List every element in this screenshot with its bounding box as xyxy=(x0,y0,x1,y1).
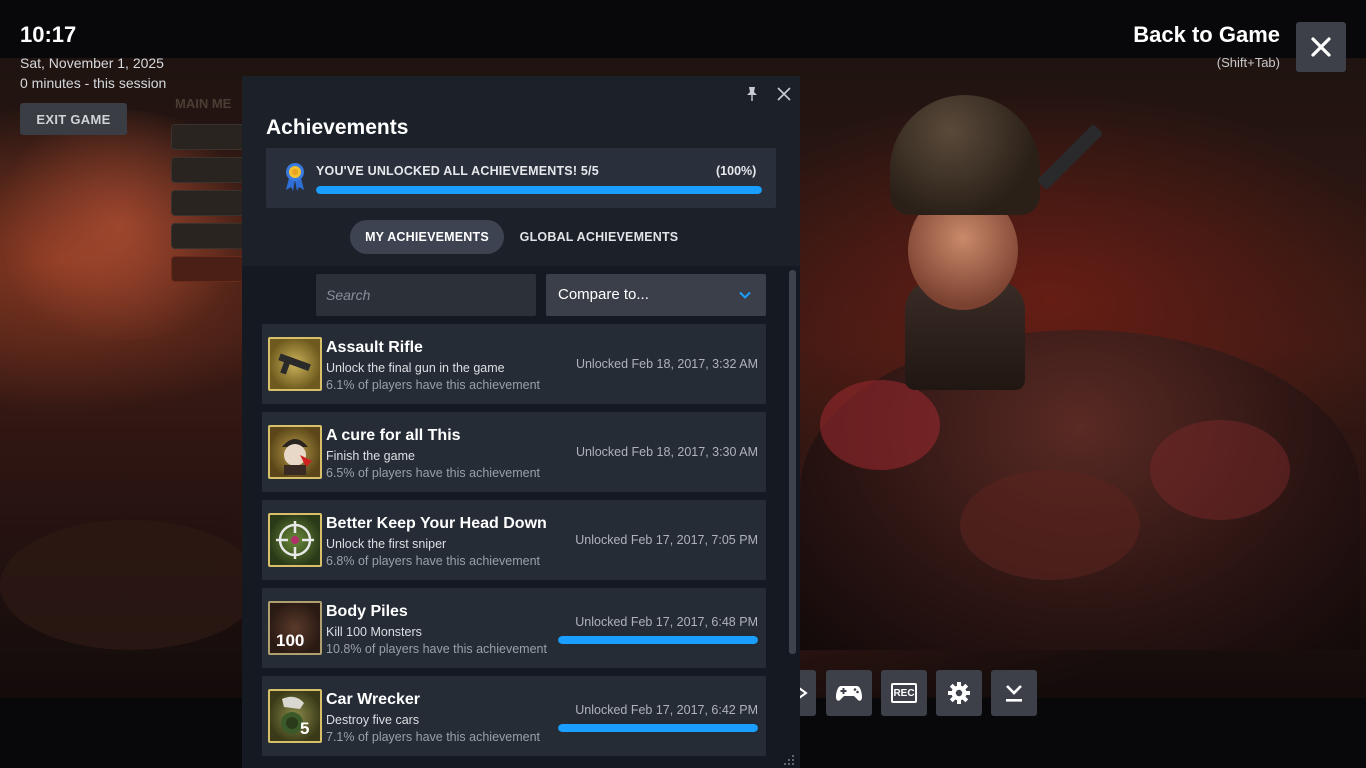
monster-pile-icon: 100 xyxy=(268,601,322,655)
exit-game-button[interactable]: EXIT GAME xyxy=(20,103,127,135)
achievement-row[interactable]: A cure for all This Finish the game 6.5%… xyxy=(262,412,766,492)
panel-close-icon[interactable] xyxy=(775,85,793,103)
achievement-row[interactable]: 5 Car Wrecker Destroy five cars 7.1% of … xyxy=(262,676,766,756)
summary-progress-fill xyxy=(316,186,762,194)
car-wreck-icon: 5 xyxy=(268,689,322,743)
close-icon xyxy=(1311,37,1331,57)
game-menu-title: MAIN ME xyxy=(175,96,232,111)
achievement-summary xyxy=(266,148,776,208)
rifle-icon xyxy=(268,337,322,391)
close-overlay-button[interactable] xyxy=(1296,22,1346,72)
clock-date: Sat, November 1, 2025 xyxy=(20,55,164,71)
summary-text: YOU'VE UNLOCKED ALL ACHIEVEMENTS! 5/5 xyxy=(316,164,599,178)
gear-icon xyxy=(948,682,970,704)
achievement-name: A cure for all This xyxy=(326,427,461,444)
achievement-progress-fill xyxy=(558,636,758,644)
scrollbar[interactable] xyxy=(789,270,796,654)
controller-icon xyxy=(836,686,862,701)
search-input[interactable]: Search xyxy=(316,274,536,316)
crosshair-icon xyxy=(268,513,322,567)
achievement-rarity: 6.1% of players have this achievement xyxy=(326,378,541,392)
settings-button[interactable] xyxy=(936,670,982,716)
achievement-rarity: 6.8% of players have this achievement xyxy=(326,554,541,568)
session-time: 0 minutes - this session xyxy=(20,75,167,91)
achievement-unlock-date: Unlocked Feb 17, 2017, 6:48 PM xyxy=(575,615,758,629)
achievement-rarity: 10.8% of players have this achievement xyxy=(326,642,547,656)
resize-handle-icon[interactable] xyxy=(781,752,795,766)
achievement-name: Car Wrecker xyxy=(326,691,420,708)
achievement-description: Destroy five cars xyxy=(326,713,420,727)
achievement-unlock-date: Unlocked Feb 18, 2017, 3:30 AM xyxy=(575,445,758,459)
achievement-row[interactable]: Better Keep Your Head Down Unlock the fi… xyxy=(262,500,766,580)
medal-icon xyxy=(286,163,304,191)
tab-global-achievements[interactable]: GLOBAL ACHIEVEMENTS xyxy=(508,220,690,254)
achievement-description: Kill 100 Monsters xyxy=(326,625,422,639)
achievement-progress-bar xyxy=(558,724,758,732)
achievement-name: Assault Rifle xyxy=(326,339,423,356)
achievement-description: Finish the game xyxy=(326,449,415,463)
record-label: REC xyxy=(893,687,915,699)
controller-button[interactable] xyxy=(826,670,872,716)
achievement-description: Unlock the first sniper xyxy=(326,537,447,551)
achievement-progress-bar xyxy=(558,636,758,644)
achievement-rarity: 6.5% of players have this achievement xyxy=(326,466,541,480)
back-to-game-hotkey: (Shift+Tab) xyxy=(1216,55,1280,70)
compare-label: Compare to... xyxy=(558,286,649,303)
summary-progress-bar xyxy=(316,186,762,194)
chevron-down-icon xyxy=(739,291,751,299)
achievement-name: Body Piles xyxy=(326,603,408,620)
achievement-name: Better Keep Your Head Down xyxy=(326,515,547,532)
download-button[interactable] xyxy=(991,670,1037,716)
achievement-description: Unlock the final gun in the game xyxy=(326,361,505,375)
back-to-game-label[interactable]: Back to Game xyxy=(1133,22,1280,48)
compare-dropdown[interactable]: Compare to... xyxy=(546,274,766,316)
summary-percent: (100%) xyxy=(716,164,757,178)
download-icon xyxy=(1006,685,1022,702)
achievement-progress-fill xyxy=(558,724,758,732)
achievement-unlock-date: Unlocked Feb 17, 2017, 6:42 PM xyxy=(575,703,758,717)
pin-icon[interactable] xyxy=(744,86,760,102)
panel-title: Achievements xyxy=(266,116,409,139)
achievement-unlock-date: Unlocked Feb 18, 2017, 3:32 AM xyxy=(575,357,758,371)
achievement-row[interactable]: Assault Rifle Unlock the final gun in th… xyxy=(262,324,766,404)
clock-time: 10:17 xyxy=(20,22,77,47)
icon-badge-text: 5 xyxy=(300,719,310,738)
achievement-row[interactable]: 100 Body Piles Kill 100 Monsters 10.8% o… xyxy=(262,588,766,668)
soldier-icon xyxy=(268,425,322,479)
achievement-unlock-date: Unlocked Feb 17, 2017, 7:05 PM xyxy=(575,533,758,547)
icon-badge-text: 100 xyxy=(276,631,305,650)
achievement-rarity: 7.1% of players have this achievement xyxy=(326,730,541,744)
record-button[interactable]: REC xyxy=(881,670,927,716)
tab-my-achievements[interactable]: MY ACHIEVEMENTS xyxy=(350,220,504,254)
record-icon: REC xyxy=(891,683,917,703)
